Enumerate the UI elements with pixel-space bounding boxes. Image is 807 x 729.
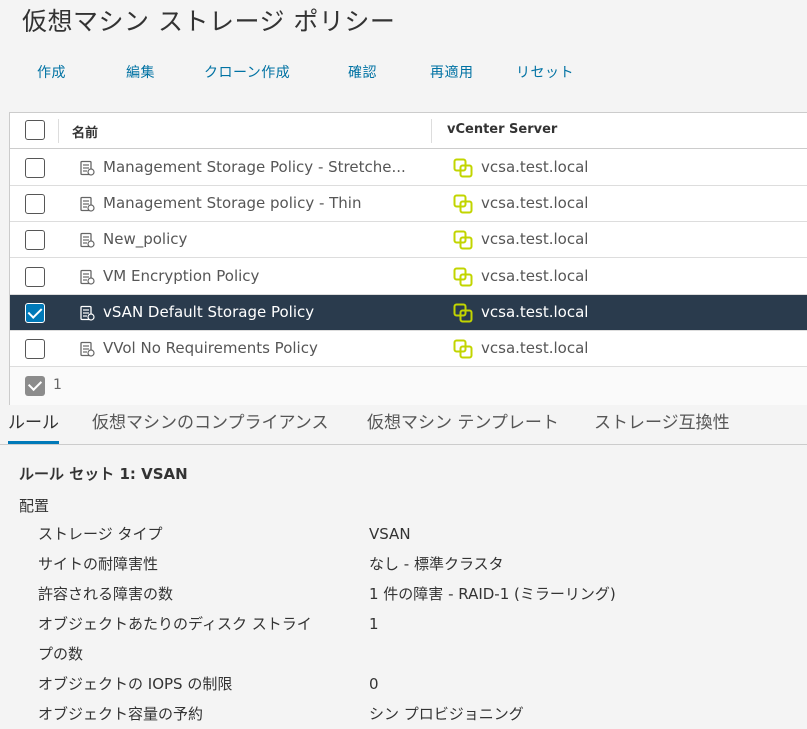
- placement-section-label: 配置: [19, 497, 50, 515]
- vcenter-icon: [453, 267, 473, 287]
- storage-policy-icon: [79, 341, 95, 357]
- tab-vm-compliance[interactable]: 仮想マシンのコンプライアンス: [92, 408, 328, 444]
- vcenter-server: vcsa.test.local: [481, 230, 589, 249]
- tab-vm-templates[interactable]: 仮想マシン テンプレート: [367, 408, 559, 444]
- reset-button[interactable]: リセット: [516, 62, 574, 82]
- check-button[interactable]: 確認: [348, 62, 377, 82]
- column-header-name[interactable]: 名前: [72, 122, 98, 141]
- row-checkbox[interactable]: [25, 339, 45, 359]
- table-row[interactable]: vSAN Default Storage Policy vcsa.test.loc…: [10, 294, 807, 331]
- create-button[interactable]: 作成: [37, 62, 66, 82]
- policy-name[interactable]: Management Storage Policy - Stretche...: [103, 158, 423, 176]
- selected-count: 1: [53, 377, 62, 393]
- table-row[interactable]: Management Storage Policy - Stretche... v…: [10, 150, 807, 186]
- policy-name[interactable]: VM Encryption Policy: [103, 267, 423, 285]
- tab-rules[interactable]: ルール: [8, 408, 59, 444]
- table-row[interactable]: VVol No Requirements Policy vcsa.test.loc…: [10, 331, 807, 367]
- clone-button[interactable]: クローン作成: [204, 62, 290, 82]
- vcenter-icon: [453, 158, 473, 178]
- column-divider[interactable]: [431, 119, 432, 143]
- vcenter-icon: [453, 339, 473, 359]
- policy-grid: 名前 vCenter Server Management Storage Pol…: [9, 112, 807, 405]
- tab-storage-compat[interactable]: ストレージ互換性: [594, 408, 730, 444]
- storage-policy-icon: [79, 160, 95, 176]
- property-value: 1: [369, 615, 379, 633]
- vcenter-server: vcsa.test.local: [481, 158, 589, 176]
- vcenter-icon: [453, 303, 473, 323]
- row-checkbox[interactable]: [25, 194, 45, 215]
- property-value: なし - 標準クラスタ: [369, 555, 504, 573]
- property-label: オブジェクトあたりのディスク ストライ: [38, 615, 312, 633]
- property-value: 0: [369, 675, 379, 693]
- policy-name[interactable]: Management Storage policy - Thin: [103, 194, 423, 212]
- reapply-button[interactable]: 再適用: [430, 62, 474, 82]
- column-header-vcenter[interactable]: vCenter Server: [447, 122, 557, 137]
- row-checkbox[interactable]: [25, 302, 45, 323]
- policy-name[interactable]: New_policy: [103, 230, 423, 248]
- edit-button[interactable]: 編集: [126, 62, 155, 82]
- property-value: シン プロビジョニング: [369, 705, 524, 723]
- policy-name[interactable]: vSAN Default Storage Policy: [103, 303, 423, 321]
- table-row[interactable]: Management Storage policy - Thin vcsa.tes…: [10, 186, 807, 223]
- grid-footer: 1: [10, 367, 807, 405]
- row-checkbox[interactable]: [25, 230, 45, 251]
- policy-name[interactable]: VVol No Requirements Policy: [103, 339, 423, 357]
- select-all-checkbox[interactable]: [25, 120, 45, 140]
- column-divider[interactable]: [58, 119, 59, 143]
- vcenter-icon: [453, 230, 473, 250]
- vcenter-server: vcsa.test.local: [481, 194, 589, 213]
- storage-policy-icon: [79, 196, 95, 212]
- selection-count-icon: [25, 376, 45, 396]
- row-checkbox[interactable]: [25, 266, 45, 287]
- vcenter-server: vcsa.test.local: [481, 266, 589, 285]
- page-title: 仮想マシン ストレージ ポリシー: [22, 7, 396, 36]
- rule-set-heading: ルール セット 1: VSAN: [19, 465, 188, 483]
- vcenter-server: vcsa.test.local: [481, 339, 589, 357]
- vcenter-server: vcsa.test.local: [481, 302, 589, 321]
- property-label: サイトの耐障害性: [38, 555, 159, 573]
- table-row[interactable]: New_policy vcsa.test.local: [10, 222, 807, 259]
- storage-policy-icon: [79, 269, 95, 285]
- property-label: 許容される障害の数: [38, 585, 174, 603]
- row-checkbox[interactable]: [25, 158, 45, 178]
- property-label: プの数: [38, 645, 84, 663]
- storage-policy-icon: [79, 232, 95, 248]
- vcenter-icon: [453, 194, 473, 214]
- property-label: オブジェクト容量の予約: [38, 705, 204, 723]
- property-value: VSAN: [369, 525, 411, 543]
- property-label: ストレージ タイプ: [38, 525, 163, 543]
- storage-policy-icon: [79, 305, 95, 321]
- toolbar: 作成 編集 クローン作成 確認 再適用 リセット: [0, 62, 807, 88]
- table-row[interactable]: VM Encryption Policy vcsa.test.local: [10, 258, 807, 295]
- property-value: 1 件の障害 - RAID-1 (ミラーリング): [369, 585, 616, 603]
- property-label: オブジェクトの IOPS の制限: [38, 675, 233, 693]
- tab-bar: ルール 仮想マシンのコンプライアンス 仮想マシン テンプレート ストレージ互換性: [0, 405, 807, 445]
- grid-header: 名前 vCenter Server: [10, 113, 807, 149]
